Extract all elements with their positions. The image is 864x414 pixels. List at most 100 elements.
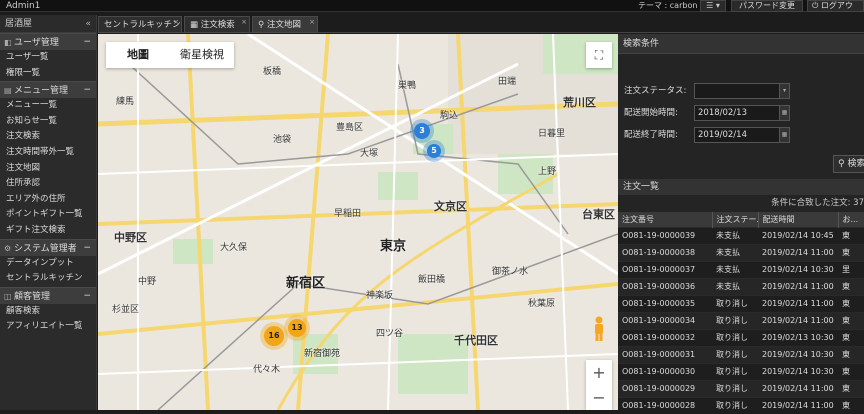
- sidebar-item-gift-order-search[interactable]: ギフト注文検索: [0, 223, 96, 239]
- map-label: 台東区: [582, 208, 615, 221]
- table-row[interactable]: O081-19-0000036 未支払 2019/02/14 11:00 東: [618, 277, 864, 295]
- delivery-time-cell: 2019/02/14 10:30: [758, 260, 838, 278]
- sidebar-item-point-gift[interactable]: ポイントギフト一覧: [0, 207, 96, 223]
- map-cluster-marker[interactable]: 3: [414, 123, 430, 139]
- tab-bar: セントラルキッチン × ▦ 注文検索 × ⚲ 注文地図 ×: [98, 15, 864, 33]
- sidebar-section-user[interactable]: ◧ ユーザ管理 −: [0, 33, 96, 50]
- sidebar-section-menu[interactable]: ▤ メニュー管理 −: [0, 81, 96, 99]
- start-row: 配送開始時間: 2018/02/13 ▦: [618, 104, 864, 122]
- table-row[interactable]: O081-19-0000035 取り消し 2019/02/14 11:00 東: [618, 294, 864, 312]
- zoom-out-button[interactable]: −: [586, 385, 612, 410]
- delivery-time-cell: 2019/02/14 11:00: [758, 277, 838, 295]
- pegman-icon[interactable]: [591, 316, 607, 342]
- sidebar-section-customer[interactable]: ◫ 顧客管理 −: [0, 286, 96, 304]
- tab-order-map[interactable]: ⚲ 注文地図 ×: [252, 16, 318, 33]
- search-button[interactable]: ⚲ 検索: [833, 155, 864, 173]
- theme-label[interactable]: テーマ : carbon: [638, 0, 697, 12]
- calendar-icon[interactable]: ▦: [779, 128, 789, 142]
- end-date-input[interactable]: 2019/02/14 ▦: [694, 127, 790, 143]
- order-number-cell: O081-19-0000038: [618, 243, 712, 261]
- table-row[interactable]: O081-19-0000028 取り消し 2019/02/14 11:00 東: [618, 396, 864, 414]
- minus-icon: −: [83, 85, 91, 96]
- sidebar-item-customer-search[interactable]: 顧客検索: [0, 304, 96, 320]
- table-row[interactable]: O081-19-0000039 未支払 2019/02/14 10:45 東: [618, 226, 864, 244]
- sidebar-item-out-of-area[interactable]: エリア外の住所: [0, 192, 96, 208]
- column-header[interactable]: 配送時間: [758, 212, 839, 227]
- sidebar-item-order-map[interactable]: 注文地図: [0, 161, 96, 177]
- delivery-time-cell: 2019/02/14 11:00: [758, 243, 838, 261]
- table-row[interactable]: O081-19-0000032 取り消し 2019/02/13 10:30 東: [618, 328, 864, 346]
- order-number-cell: O081-19-0000039: [618, 226, 712, 244]
- table-row[interactable]: O081-19-0000038 未支払 2019/02/14 11:00 東: [618, 243, 864, 261]
- close-icon[interactable]: ×: [241, 14, 247, 30]
- users-icon: ◧: [4, 38, 12, 47]
- map-cluster-marker[interactable]: 13: [288, 319, 306, 337]
- sidebar-item-user-list[interactable]: ユーザ一覧: [0, 50, 96, 66]
- tab-central-kitchen[interactable]: セントラルキッチン ×: [98, 16, 182, 33]
- map-label: 四ツ谷: [376, 329, 404, 339]
- sidebar-item-permission-list[interactable]: 権限一覧: [0, 66, 96, 82]
- power-icon: ⏻: [812, 1, 821, 10]
- logout-button[interactable]: ⏻ ログアウ: [807, 0, 864, 12]
- map-cluster-marker[interactable]: 16: [264, 326, 284, 346]
- map-type-map-button[interactable]: 地圖: [106, 42, 170, 68]
- map-label: 駒込: [440, 111, 459, 121]
- order-number-cell: O081-19-0000037: [618, 260, 712, 278]
- column-header[interactable]: 注文ステー...: [712, 212, 759, 227]
- sidebar-section-system[interactable]: ⚙ システム管理者 −: [0, 238, 96, 256]
- map-label: 文京区: [434, 200, 467, 213]
- order-map[interactable]: 地圖 衛星検視 ⛶ 中野区 新宿区 文京区 東京 千代田区 荒川区 台東区 豊島…: [98, 34, 618, 410]
- address-cell: 東: [838, 294, 864, 312]
- order-number-cell: O081-19-0000028: [618, 396, 712, 414]
- sidebar-header: 居酒屋 «: [0, 15, 96, 33]
- table-row[interactable]: O081-19-0000029 取り消し 2019/02/14 11:00 東: [618, 379, 864, 397]
- password-change-button[interactable]: パスワード変更: [731, 0, 803, 12]
- collapse-sidebar-icon[interactable]: «: [85, 15, 91, 33]
- section-label: メニュー管理: [14, 86, 69, 97]
- sidebar-item-affiliate-list[interactable]: アフィリエイト一覧: [0, 319, 96, 335]
- sidebar-item-data-input[interactable]: データインプット: [0, 256, 96, 272]
- delivery-time-cell: 2019/02/13 10:30: [758, 328, 838, 346]
- search-panel-title: 検索条件: [618, 34, 864, 54]
- column-header[interactable]: 注文番号: [618, 212, 713, 227]
- order-status-cell: 取り消し: [712, 311, 758, 329]
- map-label: 御茶ノ水: [492, 267, 529, 277]
- start-date-input[interactable]: 2018/02/13 ▦: [694, 105, 790, 121]
- sidebar-item-order-search[interactable]: 注文検索: [0, 129, 96, 145]
- gear-icon: ⚙: [4, 243, 12, 253]
- table-row[interactable]: O081-19-0000037 未支払 2019/02/14 10:30 里: [618, 260, 864, 278]
- map-label: 田端: [498, 77, 517, 87]
- delivery-time-cell: 2019/02/14 11:00: [758, 396, 838, 414]
- menu-dropdown-button[interactable]: ☰ ▾: [700, 0, 726, 12]
- sidebar-item-order-offhours[interactable]: 注文時間帯外一覧: [0, 145, 96, 161]
- order-number-cell: O081-19-0000029: [618, 379, 712, 397]
- table-row[interactable]: O081-19-0000030 取り消し 2019/02/14 10:30 東: [618, 362, 864, 380]
- order-count: 条件に合致した注文: 37: [771, 198, 864, 208]
- map-label: 東京: [380, 239, 407, 254]
- column-header[interactable]: お...: [838, 212, 864, 227]
- zoom-in-button[interactable]: +: [586, 360, 612, 385]
- order-status-cell: 未支払: [712, 226, 758, 244]
- customer-icon: ◫: [4, 291, 12, 301]
- close-icon[interactable]: ×: [309, 14, 315, 30]
- map-cluster-marker[interactable]: 5: [427, 144, 441, 158]
- search-button-label: 検索: [847, 159, 864, 169]
- map-label: 代々木: [253, 365, 281, 375]
- fullscreen-icon[interactable]: ⛶: [586, 42, 612, 68]
- map-label: 荒川区: [563, 96, 596, 109]
- address-cell: 東: [838, 328, 864, 346]
- map-type-satellite-button[interactable]: 衛星検視: [170, 42, 234, 68]
- close-icon[interactable]: ×: [173, 14, 179, 30]
- calendar-icon[interactable]: ▦: [779, 106, 789, 120]
- top-bar: Admin1 テーマ : carbon ☰ ▾ パスワード変更 ⏻ ログアウ: [0, 0, 864, 12]
- tab-order-search[interactable]: ▦ 注文検索 ×: [184, 16, 250, 33]
- table-row[interactable]: O081-19-0000034 取り消し 2019/02/14 11:00 東: [618, 311, 864, 329]
- sidebar-item-address-approval[interactable]: 住所承認: [0, 176, 96, 192]
- status-row: 注文ステータス: ▾: [618, 82, 864, 100]
- map-label: 大久保: [220, 243, 248, 253]
- sidebar-item-news-list[interactable]: お知らせ一覧: [0, 114, 96, 130]
- sidebar-item-menu-list[interactable]: メニュー一覧: [0, 98, 96, 114]
- sidebar-item-central-kitchen[interactable]: セントラルキッチン: [0, 271, 96, 287]
- table-row[interactable]: O081-19-0000031 取り消し 2019/02/14 10:30 東: [618, 345, 864, 363]
- status-select[interactable]: ▾: [694, 83, 790, 99]
